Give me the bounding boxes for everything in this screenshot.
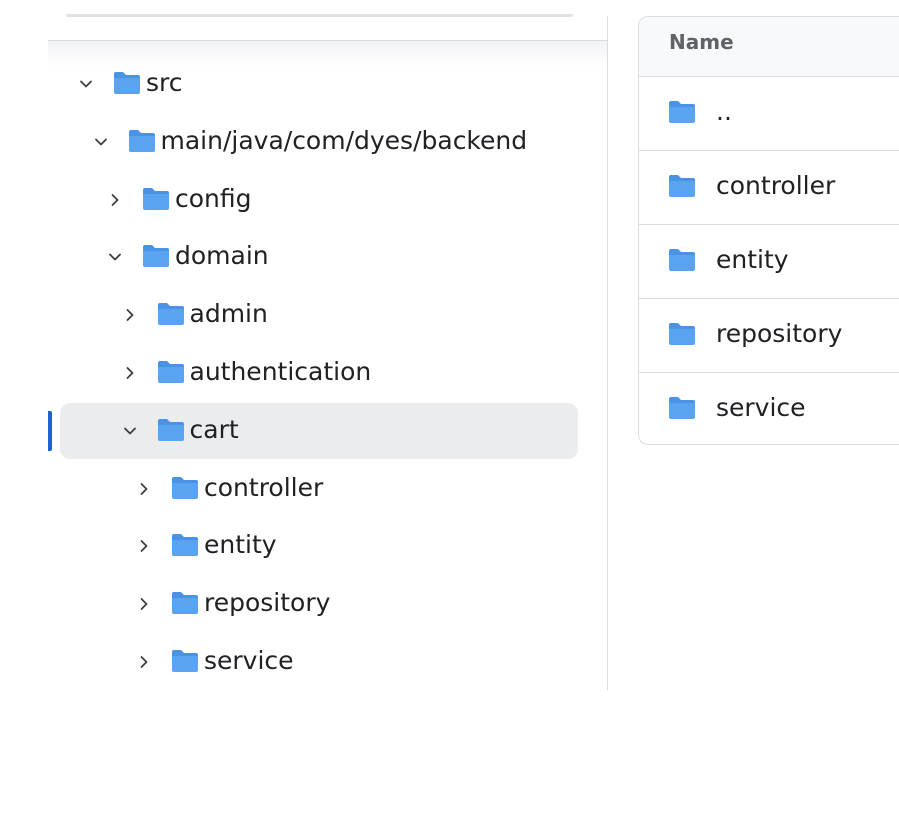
chevron-right-icon[interactable] [136,596,152,612]
chevron-right-icon[interactable] [136,654,152,670]
column-header-name[interactable]: Name [669,28,734,56]
tree-item-admin[interactable]: admin [60,287,578,343]
tree-item-label: domain [175,241,269,271]
folder-icon [170,475,200,501]
tree-item-domain[interactable]: domain [60,229,578,285]
folder-icon [667,395,697,421]
folder-icon [156,417,186,443]
tree-item-label: main/java/com/dyes/backend [160,125,528,155]
folder-icon [156,359,186,385]
file-name: entity [716,245,789,274]
chevron-down-icon[interactable] [78,76,94,92]
file-name: .. [716,97,732,126]
tree-item-label: src [146,68,183,97]
file-list-row[interactable]: service [639,372,899,444]
tree-item-service[interactable]: service [60,634,578,690]
tree-item-label: authentication [189,357,372,386]
file-name: controller [716,171,836,200]
folder-icon [667,321,697,347]
file-list-header: Name [639,17,899,77]
tree-item-controller[interactable]: controller [60,461,578,517]
chevron-right-icon[interactable] [136,538,152,554]
folder-icon [141,186,171,212]
folder-icon [141,243,171,269]
file-list-row[interactable]: .. [639,76,899,151]
tree-item-label: entity [204,530,277,560]
folder-icon [170,590,200,616]
chevron-right-icon[interactable] [136,481,152,497]
tree-item-label: config [175,183,252,213]
tree-item-main-java-com-dyes-backend[interactable]: main/java/com/dyes/backend [60,114,578,170]
tree-item-label: controller [204,472,324,502]
chevron-down-icon[interactable] [93,134,109,150]
folder-icon [170,532,200,558]
tree-item-label: cart [189,414,239,444]
tree-item-label: admin [189,299,268,329]
folder-icon [667,99,697,125]
tree-item-entity[interactable]: entity [60,518,578,574]
file-name: service [716,393,806,422]
panel-divider[interactable] [607,16,608,690]
tree-item-repository[interactable]: repository [60,576,578,632]
tree-item-src[interactable]: src [60,56,578,112]
file-name: repository [716,319,843,348]
tree-item-label: service [204,646,294,675]
file-list-row[interactable]: controller [639,150,899,225]
folder-icon [667,247,697,273]
chevron-down-icon[interactable] [122,423,138,439]
folder-icon [170,648,200,674]
folder-icon [156,301,186,327]
file-list-row[interactable]: entity [639,224,899,299]
folder-icon [112,70,142,96]
chevron-right-icon[interactable] [122,365,138,381]
tree-item-config[interactable]: config [60,172,578,228]
chevron-right-icon[interactable] [122,307,138,323]
folder-tree-panel: src main/java/com/dyes/backend config domai… [48,0,608,690]
chevron-right-icon[interactable] [107,192,123,208]
tree-item-authentication[interactable]: authentication [60,345,578,401]
folder-icon [127,128,157,154]
tree-item-label: repository [204,588,331,618]
tree-item-cart[interactable]: cart [48,402,578,459]
folder-icon [667,173,697,199]
file-list-row[interactable]: repository [639,298,899,373]
chevron-down-icon[interactable] [107,249,123,265]
selection-indicator [48,410,52,451]
file-list-panel: Name .. controller entity repository service [638,16,899,445]
